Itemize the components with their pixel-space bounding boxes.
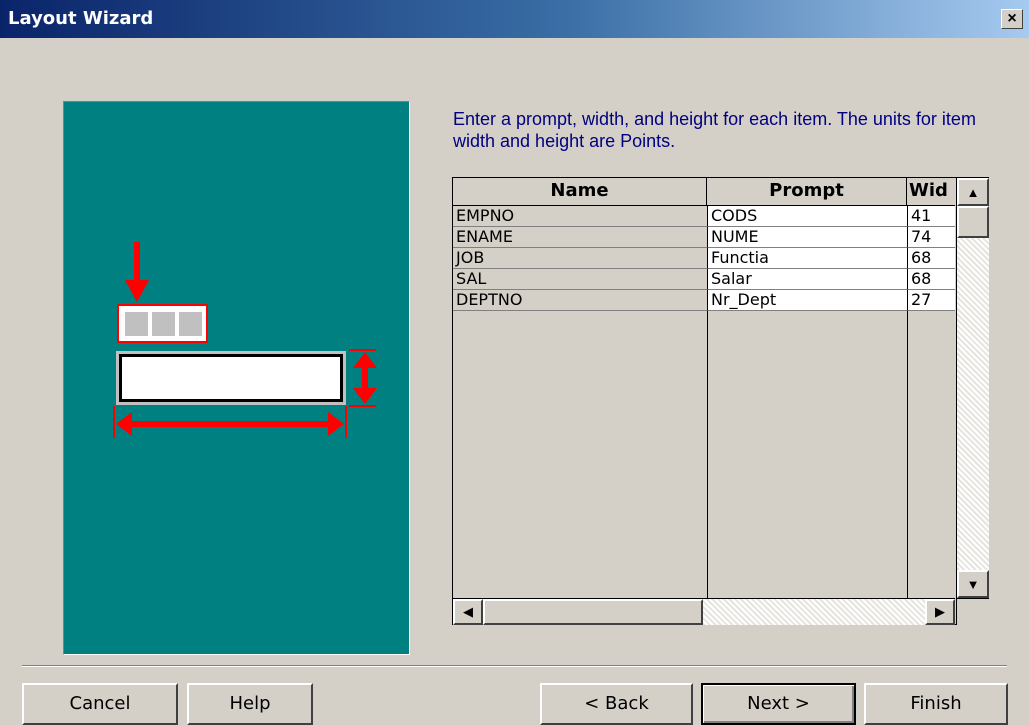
- grid-rows: EMPNO CODS 41 ENAME NUME 74 JOB Functia …: [453, 206, 955, 311]
- name-cell: DEPTNO: [453, 290, 707, 311]
- width-cell[interactable]: 68: [907, 269, 955, 290]
- width-cell[interactable]: 74: [907, 227, 955, 248]
- column-header-width[interactable]: Wid: [907, 178, 955, 206]
- close-button[interactable]: ×: [1001, 9, 1023, 29]
- cancel-button[interactable]: Cancel: [22, 683, 178, 725]
- width-cell[interactable]: 41: [907, 206, 955, 227]
- prompt-cell[interactable]: CODS: [707, 206, 907, 227]
- layout-illustration: [63, 101, 410, 655]
- table-row: ENAME NUME 74: [453, 227, 955, 248]
- column-header-name[interactable]: Name: [453, 178, 707, 206]
- title-bar: Layout Wizard ×: [0, 0, 1029, 38]
- name-cell: EMPNO: [453, 206, 707, 227]
- layout-diagram-icon: [113, 242, 377, 438]
- table-row: JOB Functia 68: [453, 248, 955, 269]
- arrow-left-icon: ◀: [463, 604, 473, 619]
- scroll-up-button[interactable]: ▲: [957, 178, 989, 206]
- vertical-scrollbar[interactable]: ▲ ▼: [956, 178, 989, 598]
- item-grid: Name Prompt Wid EMPNO CODS 41 ENAME NUME…: [452, 177, 989, 625]
- instruction-text: Enter a prompt, width, and height for ea…: [453, 109, 976, 151]
- scroll-left-button[interactable]: ◀: [453, 599, 483, 625]
- horizontal-scroll-thumb[interactable]: [483, 599, 703, 625]
- width-cell[interactable]: 27: [907, 290, 955, 311]
- horizontal-scroll-track[interactable]: [703, 599, 925, 625]
- help-button[interactable]: Help: [187, 683, 313, 725]
- column-header-prompt[interactable]: Prompt: [707, 178, 907, 206]
- scroll-down-button[interactable]: ▼: [957, 570, 989, 598]
- vertical-scroll-thumb[interactable]: [957, 206, 989, 238]
- next-button[interactable]: Next >: [701, 683, 856, 725]
- name-cell: SAL: [453, 269, 707, 290]
- finish-button[interactable]: Finish: [864, 683, 1008, 725]
- table-row: SAL Salar 68: [453, 269, 955, 290]
- prompt-arrow-icon: [125, 242, 149, 302]
- prompt-cell[interactable]: Functia: [707, 248, 907, 269]
- prompt-label-icon: [117, 304, 208, 343]
- table-row: DEPTNO Nr_Dept 27: [453, 290, 955, 311]
- window-title: Layout Wizard: [8, 8, 154, 29]
- prompt-cell[interactable]: Nr_Dept: [707, 290, 907, 311]
- width-cell[interactable]: 68: [907, 248, 955, 269]
- back-button[interactable]: < Back: [540, 683, 693, 725]
- horizontal-scrollbar[interactable]: ◀ ▶: [453, 598, 955, 625]
- scrollbar-corner: [956, 598, 989, 625]
- name-cell: JOB: [453, 248, 707, 269]
- arrow-right-icon: ▶: [935, 604, 945, 619]
- height-arrow-icon: [349, 349, 377, 407]
- arrow-down-icon: ▼: [966, 576, 980, 592]
- name-cell: ENAME: [453, 227, 707, 248]
- scroll-right-button[interactable]: ▶: [925, 599, 955, 625]
- prompt-cell[interactable]: Salar: [707, 269, 907, 290]
- item-field-icon: [116, 351, 346, 405]
- arrow-up-icon: ▲: [966, 184, 980, 200]
- width-arrow-icon: [113, 406, 347, 438]
- table-row: EMPNO CODS 41: [453, 206, 955, 227]
- prompt-cell[interactable]: NUME: [707, 227, 907, 248]
- separator: [22, 665, 1007, 667]
